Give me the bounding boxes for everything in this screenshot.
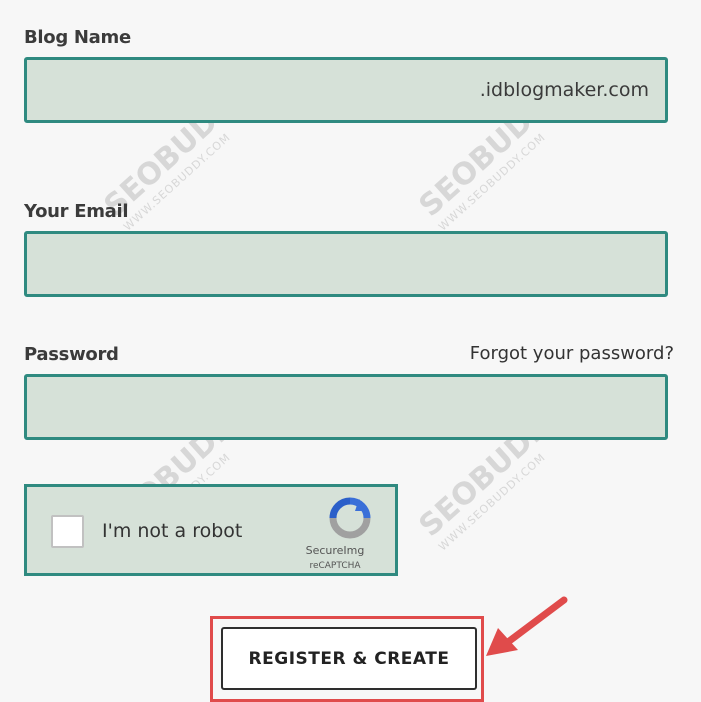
captcha-sub-brand: reCAPTCHA (309, 561, 361, 571)
forgot-password-link[interactable]: Forgot your password? (470, 343, 674, 364)
blog-name-field[interactable]: .idblogmaker.com (24, 57, 668, 123)
captcha-checkbox[interactable] (51, 515, 84, 548)
password-label: Password (24, 344, 119, 365)
register-create-button[interactable]: REGISTER & CREATE (221, 627, 477, 690)
blog-name-label: Blog Name (24, 27, 131, 48)
password-field[interactable] (24, 374, 668, 440)
email-field[interactable] (24, 231, 668, 297)
captcha-brand: SecureImg (305, 544, 365, 557)
blog-domain-suffix: .idblogmaker.com (479, 79, 649, 101)
captcha-widget: I'm not a robot SecureImg reCAPTCHA (24, 484, 398, 576)
recaptcha-logo-icon (329, 497, 371, 539)
captcha-label: I'm not a robot (102, 520, 243, 542)
red-arrow-icon (486, 596, 568, 656)
email-label: Your Email (24, 201, 129, 222)
